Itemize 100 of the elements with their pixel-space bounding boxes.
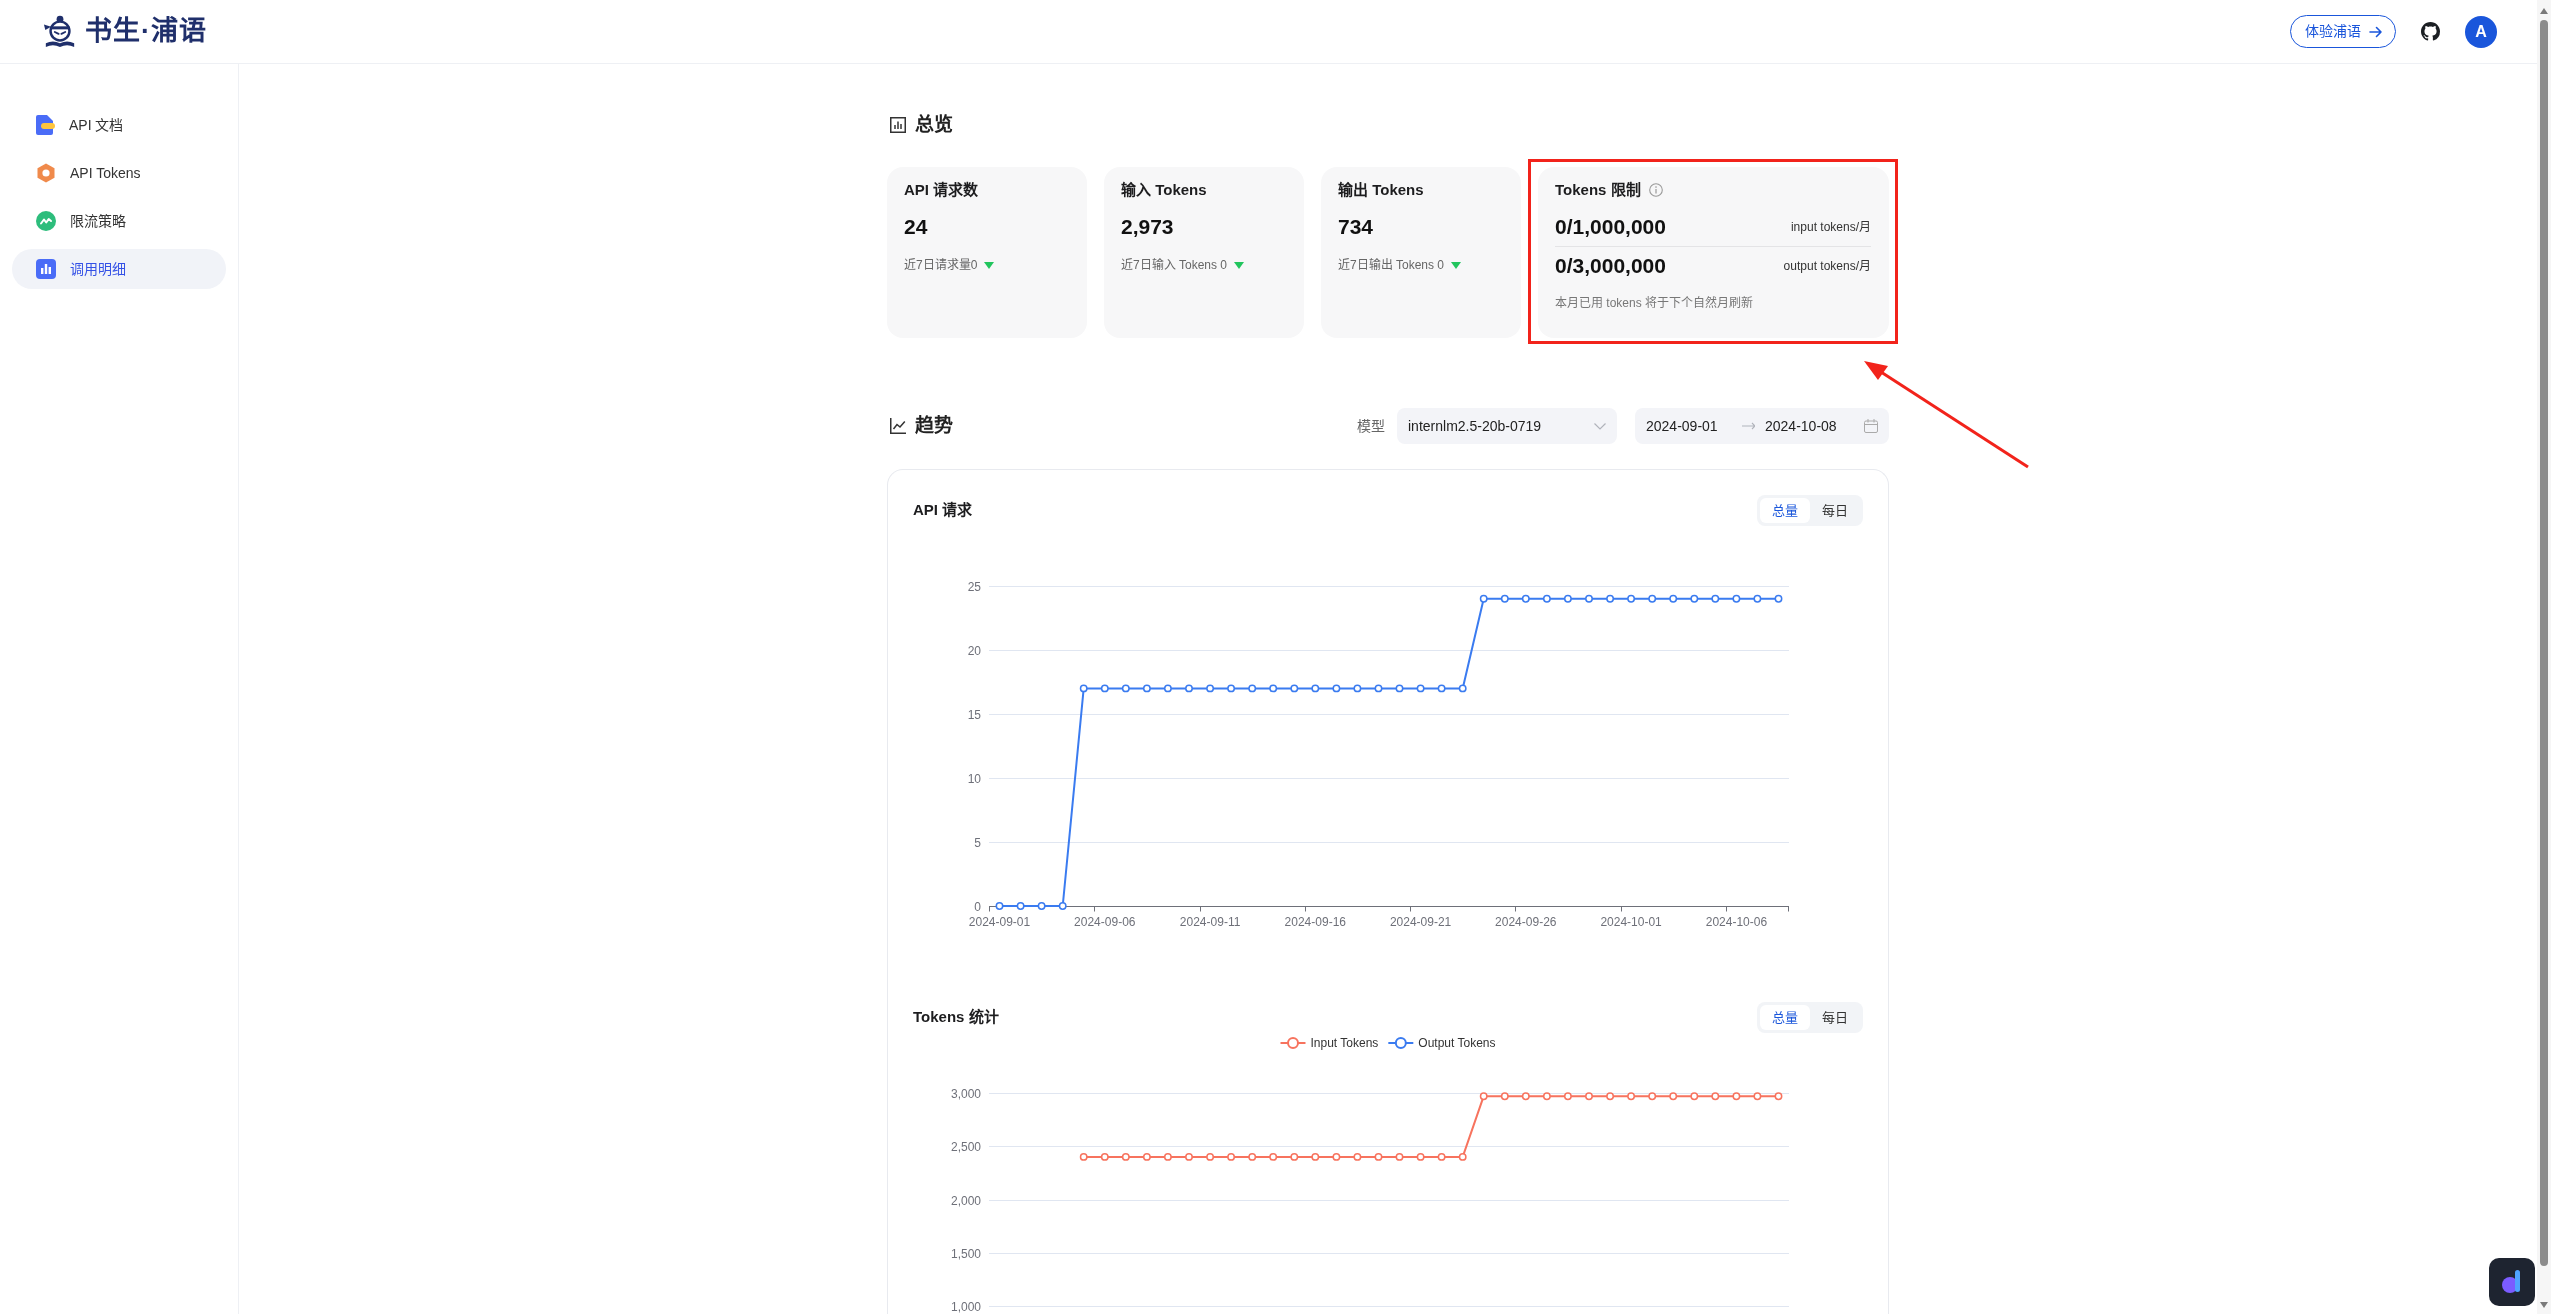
- card-value: 2,973: [1121, 214, 1175, 240]
- arrow-right-icon: [1742, 422, 1755, 430]
- section-title: 总览: [915, 113, 953, 137]
- line-chart-icon: [890, 418, 906, 434]
- data-point: [1458, 684, 1467, 693]
- data-point: [1016, 902, 1025, 910]
- legend-label[interactable]: Output Tokens: [1418, 1036, 1496, 1050]
- user-avatar[interactable]: A: [2465, 15, 2497, 48]
- data-point: [1753, 1092, 1762, 1101]
- data-point: [1142, 1152, 1151, 1161]
- x-axis-label: 2024-09-26: [1495, 914, 1557, 929]
- data-point: [995, 902, 1004, 910]
- data-point: [1311, 684, 1320, 693]
- data-point: [1416, 684, 1425, 693]
- chevron-down-icon: [1594, 422, 1606, 430]
- y-axis-label: 2,000: [950, 1193, 981, 1208]
- legend-label[interactable]: Input Tokens: [1310, 1036, 1379, 1050]
- card-note: 本月已用 tokens 将于下个自然月刷新: [1555, 295, 1755, 311]
- data-point: [1479, 594, 1488, 603]
- document-icon: [36, 115, 55, 135]
- y-axis-label: 10: [967, 771, 981, 786]
- data-point: [1563, 1092, 1572, 1101]
- scroll-up-icon[interactable]: [2540, 8, 2548, 14]
- limit-value: 0/1,000,000: [1555, 214, 1666, 241]
- data-point: [1248, 684, 1257, 693]
- x-axis-label: 2024-09-06: [1074, 914, 1136, 929]
- floating-app-icon[interactable]: [2489, 1258, 2535, 1306]
- toggle-option[interactable]: 总量: [1760, 1005, 1810, 1030]
- data-point: [1395, 1152, 1404, 1161]
- sidebar-item[interactable]: API 文档: [12, 105, 226, 145]
- data-point: [1690, 1092, 1699, 1101]
- data-point: [1606, 1092, 1615, 1101]
- arrow-right-icon: [2369, 25, 2383, 38]
- data-point: [1058, 902, 1067, 910]
- data-point: [1290, 684, 1299, 693]
- mascot-logo-icon: [43, 14, 77, 49]
- limit-unit: output tokens/月: [1783, 258, 1871, 275]
- sidebar-item[interactable]: 调用明细: [12, 249, 226, 289]
- github-icon[interactable]: [2421, 22, 2440, 41]
- y-axis-label: 5: [974, 835, 981, 850]
- chart-box-icon: [890, 117, 906, 133]
- data-point: [1753, 594, 1762, 603]
- data-point: [1332, 684, 1341, 693]
- sidebar-item[interactable]: API Tokens: [12, 153, 226, 193]
- try-button[interactable]: 体验浦语: [2290, 15, 2396, 48]
- x-axis-label: 2024-10-01: [1600, 914, 1662, 929]
- data-point: [1037, 902, 1046, 910]
- data-point: [1079, 1152, 1088, 1161]
- data-point: [1563, 594, 1572, 603]
- y-axis-label: 1,000: [950, 1299, 981, 1314]
- data-point: [1353, 1152, 1362, 1161]
- data-point: [1606, 594, 1615, 603]
- card-note: 近7日请求量0: [904, 257, 978, 273]
- scroll-down-icon[interactable]: [2540, 1302, 2548, 1308]
- hexagon-icon: [36, 163, 56, 183]
- info-icon[interactable]: [1648, 183, 1663, 197]
- data-point: [1248, 1152, 1257, 1161]
- data-point: [1269, 1152, 1278, 1161]
- end-date[interactable]: 2024-10-08: [1765, 415, 1837, 437]
- start-date[interactable]: 2024-09-01: [1646, 415, 1742, 437]
- card-title: API 请求数: [904, 180, 979, 200]
- model-select[interactable]: internlm2.5-20b-0719: [1397, 408, 1617, 444]
- section-title: 趋势: [915, 414, 953, 438]
- chart-title: API 请求: [913, 500, 973, 521]
- date-range-field[interactable]: 2024-09-01 2024-10-08: [1635, 408, 1889, 444]
- caret-down-icon: [1234, 261, 1245, 269]
- data-point: [1648, 1092, 1657, 1101]
- calendar-icon[interactable]: [1864, 419, 1878, 433]
- sidebar-item[interactable]: 限流策略: [12, 201, 226, 241]
- limit-unit: input tokens/月: [1790, 219, 1871, 236]
- toggle-option[interactable]: 总量: [1760, 498, 1810, 523]
- data-point: [1374, 684, 1383, 693]
- data-point: [1585, 594, 1593, 603]
- data-point: [1648, 594, 1657, 603]
- data-point: [1437, 1152, 1446, 1161]
- data-point: [1774, 1092, 1783, 1101]
- limit-value: 0/3,000,000: [1555, 253, 1666, 280]
- x-axis-label: 2024-09-01: [968, 914, 1031, 929]
- data-point: [1185, 1152, 1193, 1161]
- caret-down-icon: [984, 261, 995, 269]
- data-point: [1269, 684, 1278, 693]
- y-axis-label: 25: [967, 579, 981, 594]
- data-point: [1079, 684, 1088, 693]
- caret-down-icon: [1451, 261, 1462, 269]
- data-point: [1163, 1152, 1172, 1161]
- toggle-option[interactable]: 每日: [1810, 1005, 1860, 1030]
- data-point: [1395, 684, 1404, 693]
- toggle-option[interactable]: 每日: [1810, 498, 1860, 523]
- model-label: 模型: [1357, 416, 1385, 436]
- data-point: [1142, 684, 1151, 693]
- data-point: [1627, 1092, 1636, 1101]
- scrollbar-thumb[interactable]: [2540, 20, 2548, 1266]
- bar-chart-icon: [36, 259, 56, 279]
- data-point: [1100, 684, 1109, 693]
- data-point: [1121, 1152, 1130, 1161]
- data-point: [1121, 684, 1130, 693]
- y-axis-label: 1,500: [950, 1246, 981, 1261]
- data-point: [1521, 1092, 1530, 1101]
- data-point: [1458, 1152, 1467, 1161]
- data-point: [1374, 1152, 1383, 1161]
